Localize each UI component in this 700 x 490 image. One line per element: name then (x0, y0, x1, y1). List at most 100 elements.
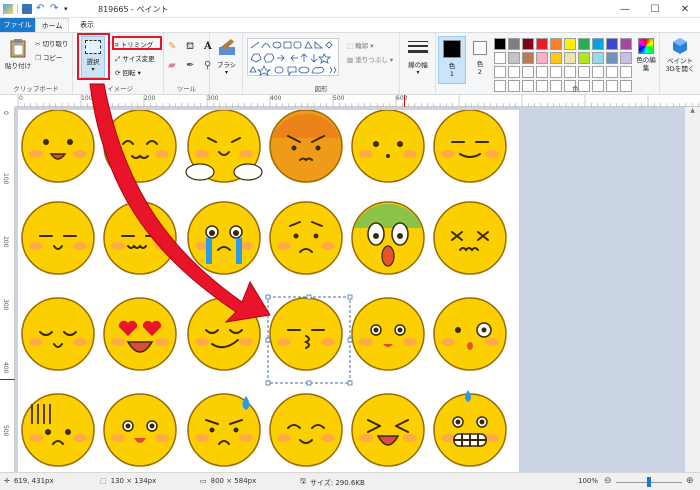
tools-group: ✎ ⛾ A ▰ ✒ ⚲ ツール (164, 33, 212, 94)
emoji-face (21, 201, 95, 275)
image-size-text: 800 × 584px (210, 477, 257, 485)
selection-handle[interactable] (347, 380, 353, 386)
copy-label: コピー (42, 54, 63, 62)
paste-button[interactable]: 貼り付け (3, 36, 33, 76)
palette-swatch[interactable] (508, 66, 520, 78)
palette-swatch[interactable] (578, 52, 590, 64)
ribbon-tabs: ファイル ホーム 表示 (0, 18, 700, 32)
zoom-out-button[interactable]: ⊖ (604, 476, 612, 486)
zoom-in-button[interactable]: ⊕ (686, 476, 694, 486)
palette-swatch[interactable] (592, 52, 604, 64)
palette-swatch[interactable] (550, 66, 562, 78)
palette-swatch[interactable] (564, 38, 576, 50)
palette-swatch[interactable] (620, 38, 632, 50)
save-icon[interactable] (22, 4, 32, 14)
paint3d-button[interactable]: ペイント 3Dを開く (662, 37, 698, 73)
zoom-slider[interactable] (616, 477, 682, 487)
ruler-top: 0 100 200 300 400 500 600 (15, 95, 700, 107)
palette-swatch[interactable] (494, 52, 506, 64)
palette-swatch[interactable] (522, 38, 534, 50)
emoji-face (187, 201, 261, 275)
selection-handle[interactable] (347, 294, 353, 300)
selection-handle[interactable] (306, 380, 312, 386)
palette-swatch[interactable] (578, 38, 590, 50)
emoji-face (21, 297, 95, 371)
tab-file[interactable]: ファイル (0, 18, 35, 32)
ruler-top-label: 200 (144, 95, 156, 102)
color1-button[interactable]: 色 1 (438, 36, 466, 84)
eraser-icon[interactable]: ▰ (168, 60, 180, 71)
emoji-face (351, 109, 425, 183)
fill-button[interactable]: ▨ 塗りつぶし ▾ (347, 54, 393, 64)
palette-swatch[interactable] (606, 38, 618, 50)
palette-swatch[interactable] (564, 66, 576, 78)
zoom-slider-thumb[interactable] (647, 477, 651, 487)
clipboard-group: 貼り付け ✂ 切り取り ❐ コピー クリップボード (0, 33, 73, 94)
shapes-group: ⬚ 輪郭 ▾ ▨ 塗りつぶし ▾ 図形 (243, 33, 400, 94)
color2-button[interactable]: 色 2 (468, 36, 492, 84)
rainbow-palette-icon (638, 38, 654, 54)
cut-button[interactable]: ✂ 切り取り (35, 38, 69, 48)
palette-swatch[interactable] (522, 66, 534, 78)
vertical-scrollbar[interactable]: ▲ (685, 107, 700, 472)
selection-handle[interactable] (265, 380, 271, 386)
size-group: 線の幅 ▾ (400, 33, 436, 94)
maximize-button[interactable]: ☐ (640, 0, 670, 18)
selection-handle[interactable] (347, 337, 353, 343)
palette-swatch[interactable] (592, 38, 604, 50)
emoji-face (21, 393, 95, 467)
palette-swatch[interactable] (508, 38, 520, 50)
palette-swatch[interactable] (508, 52, 520, 64)
selection-handle[interactable] (265, 337, 271, 343)
color-picker-icon[interactable]: ✒ (186, 60, 198, 71)
palette-swatch[interactable] (606, 66, 618, 78)
palette-swatch[interactable] (550, 52, 562, 64)
redo-icon[interactable]: ↷ (50, 4, 60, 14)
clipboard-group-label: クリップボード (13, 85, 59, 93)
emoji-face (351, 201, 425, 275)
customize-dropdown-icon[interactable]: ▾ (64, 4, 74, 14)
pencil-icon[interactable]: ✎ (168, 41, 180, 54)
palette-swatch[interactable] (536, 38, 548, 50)
palette-swatch[interactable] (536, 52, 548, 64)
size-label: 線の幅 (408, 61, 428, 69)
minimize-button[interactable]: — (610, 0, 640, 18)
palette-swatch[interactable] (494, 38, 506, 50)
brushes-button[interactable]: ブラシ ▾ (213, 37, 240, 76)
window-title: 819665 - ペイント (98, 5, 169, 14)
file-size-icon: 🖫 (300, 477, 306, 485)
palette-swatch[interactable] (564, 52, 576, 64)
size-button[interactable]: 線の幅 ▾ (404, 39, 432, 76)
palette-swatch[interactable] (620, 66, 632, 78)
ruler-cursor-marker (404, 95, 405, 107)
scroll-up-arrow-icon[interactable]: ▲ (685, 107, 700, 114)
highlight-select-box (77, 33, 110, 80)
emoji-face (187, 297, 261, 371)
fill-bucket-icon[interactable]: ⛾ (186, 41, 198, 54)
ruler-left-label: 200 (2, 236, 9, 248)
line-width-icon (408, 41, 428, 53)
palette-swatch[interactable] (522, 52, 534, 64)
color2-number: 2 (477, 68, 483, 76)
copy-button[interactable]: ❐ コピー (35, 52, 62, 62)
palette-swatch[interactable] (620, 52, 632, 64)
selection-handle[interactable] (265, 294, 271, 300)
palette-swatch[interactable] (606, 52, 618, 64)
close-button[interactable]: ✕ (670, 0, 700, 18)
rotate-button[interactable]: ⟳ 回転 ▾ (115, 67, 141, 77)
palette-swatch[interactable] (550, 38, 562, 50)
ruler-left-label: 300 (2, 299, 9, 311)
edit-colors-button[interactable]: 色の編集 (634, 38, 658, 72)
palette-swatch[interactable] (578, 66, 590, 78)
palette-swatch[interactable] (536, 66, 548, 78)
outline-button[interactable]: ⬚ 輪郭 ▾ (347, 40, 374, 50)
undo-icon[interactable]: ↶ (36, 4, 46, 14)
shapes-gallery[interactable] (247, 38, 339, 77)
tab-home[interactable]: ホーム (35, 18, 69, 32)
palette-swatch[interactable] (592, 66, 604, 78)
tab-view[interactable]: 表示 (70, 18, 104, 32)
resize-button[interactable]: ⤢ サイズ変更 (115, 53, 155, 64)
selection-handle[interactable] (306, 294, 312, 300)
drawing-canvas[interactable] (18, 109, 519, 472)
palette-swatch[interactable] (494, 66, 506, 78)
